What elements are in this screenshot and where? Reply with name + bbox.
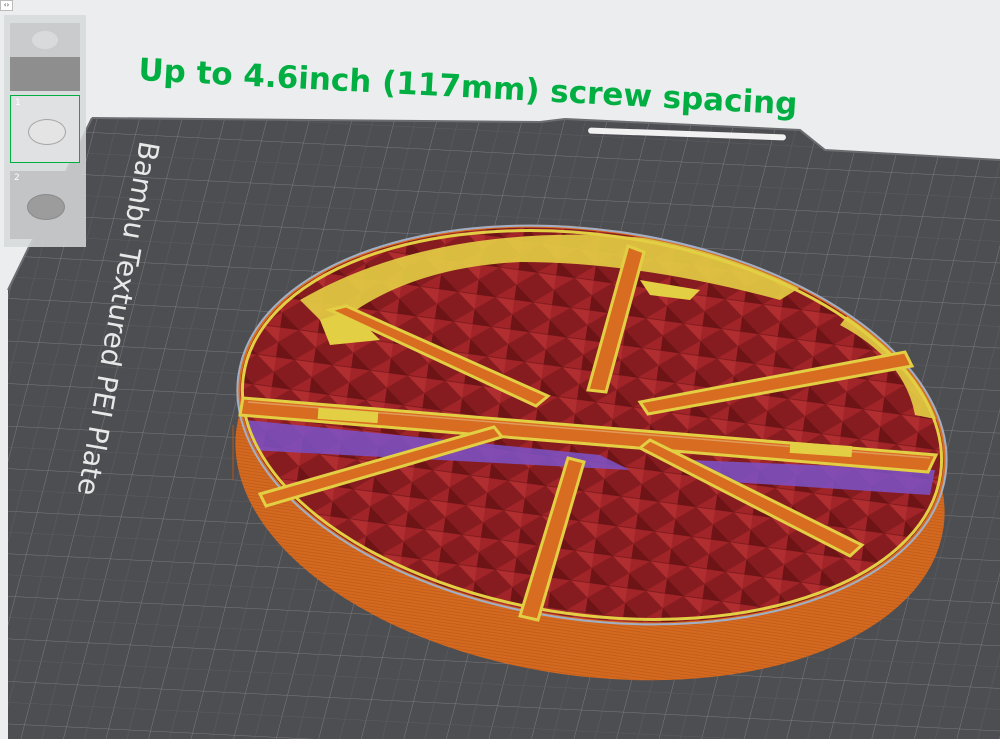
- plate-preview-disc: [32, 31, 58, 49]
- plate-preview-disc: [28, 119, 66, 145]
- plate-thumbnail-2[interactable]: 2: [10, 171, 80, 239]
- plate-thumbnail-1[interactable]: 1: [10, 95, 80, 163]
- plate-number: 1: [15, 98, 21, 108]
- screw-spacing-annotation: Up to 4.6inch (117mm) screw spacing: [138, 52, 799, 122]
- plate-list-panel: 1 2: [4, 15, 86, 247]
- plate-number: 2: [14, 173, 20, 183]
- plate-preview-base: [10, 57, 80, 91]
- plate-preview-disc: [27, 194, 65, 220]
- 3d-viewport[interactable]: Bambu Textured PEI Plate Up to 4.6inch (…: [0, 0, 1000, 739]
- collapse-toggle-button[interactable]: ‹›: [0, 0, 13, 11]
- plate-thumbnail-0[interactable]: [10, 23, 80, 91]
